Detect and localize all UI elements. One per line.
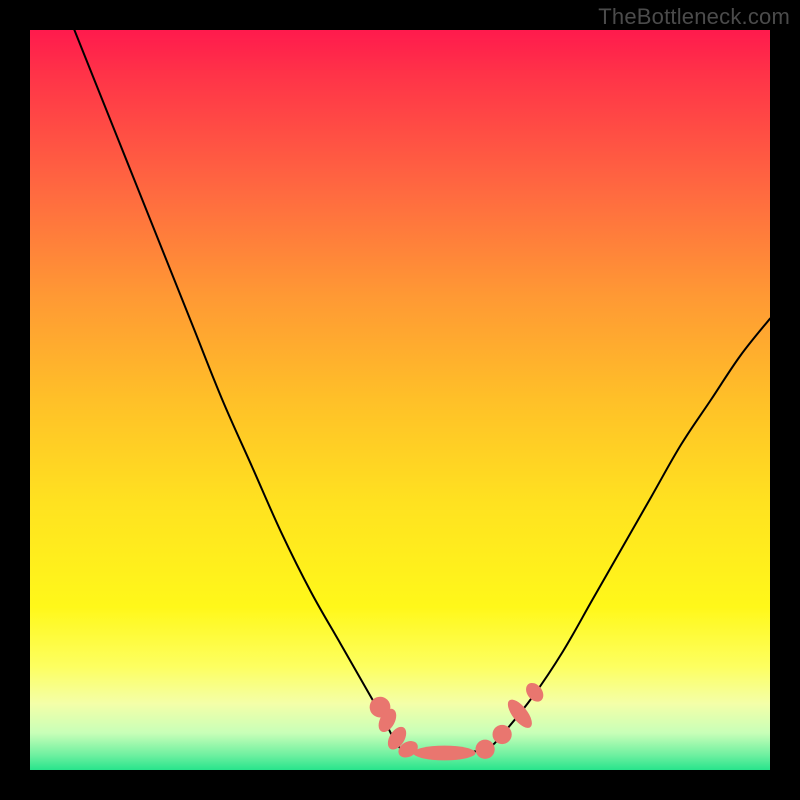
watermark-text: TheBottleneck.com (598, 4, 790, 30)
chart-area (30, 30, 770, 770)
bottleneck-chart-svg (30, 30, 770, 770)
highlight-markers (370, 680, 547, 761)
highlight-marker (493, 725, 512, 744)
outer-frame: TheBottleneck.com (0, 0, 800, 800)
bottleneck-curve (74, 30, 770, 753)
highlight-marker (413, 746, 475, 761)
highlight-marker (475, 740, 494, 759)
